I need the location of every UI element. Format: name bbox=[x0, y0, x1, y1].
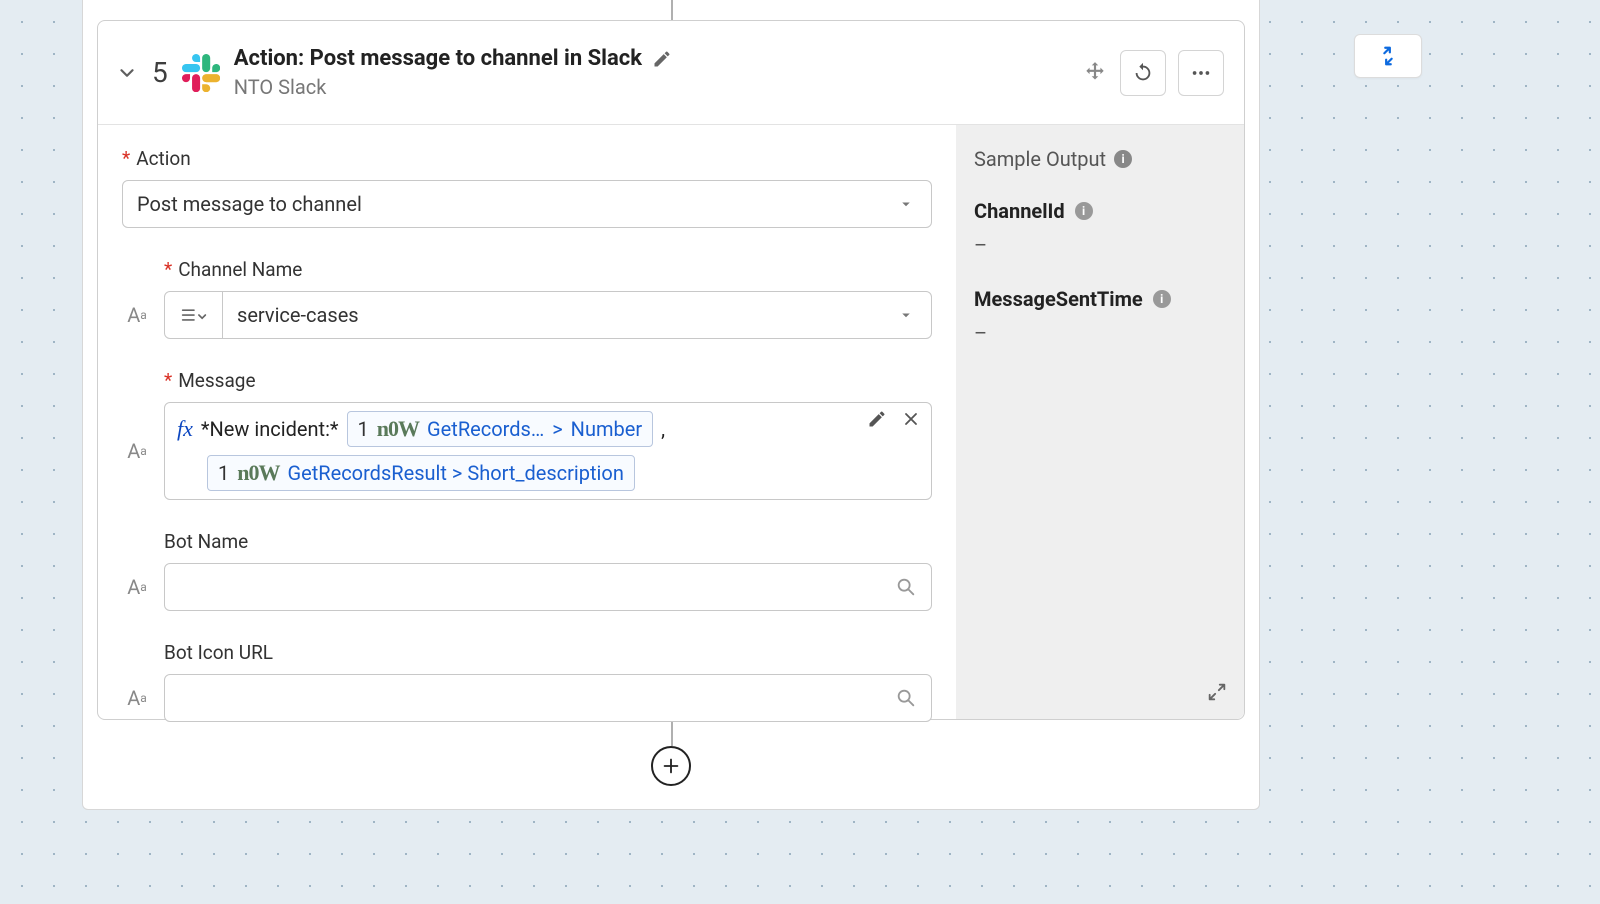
channel-label: * Channel Name bbox=[164, 258, 932, 281]
info-icon[interactable]: i bbox=[1153, 290, 1171, 308]
action-label-text: Action bbox=[136, 147, 191, 170]
search-icon[interactable] bbox=[895, 687, 917, 709]
expand-panel-icon[interactable] bbox=[1206, 681, 1228, 703]
text-format-icon[interactable]: Aa bbox=[122, 686, 152, 710]
text-format-icon[interactable]: Aa bbox=[122, 439, 152, 463]
card-header: 5 Action: Post message to channel in Sla… bbox=[98, 21, 1244, 125]
caret-down-icon bbox=[897, 195, 915, 213]
channel-input[interactable]: service-cases bbox=[164, 291, 932, 339]
refresh-button[interactable] bbox=[1120, 50, 1166, 96]
info-icon[interactable]: i bbox=[1114, 150, 1132, 168]
card-title: Action: Post message to channel in Slack bbox=[234, 46, 642, 71]
output-channelid-label: ChannelId i bbox=[974, 199, 1226, 223]
boticon-input[interactable] bbox=[164, 674, 932, 722]
edit-title-icon[interactable] bbox=[652, 49, 672, 69]
required-marker: * bbox=[164, 369, 172, 392]
text-format-icon[interactable]: Aa bbox=[122, 575, 152, 599]
more-button[interactable] bbox=[1178, 50, 1224, 96]
channel-value: service-cases bbox=[237, 303, 359, 327]
output-msgtime-label: MessageSentTime i bbox=[974, 287, 1226, 311]
connector-line-top bbox=[671, 0, 673, 20]
fx-icon: fx bbox=[177, 416, 193, 442]
search-icon[interactable] bbox=[895, 576, 917, 598]
collapse-sidebar-button[interactable] bbox=[1354, 34, 1422, 78]
required-marker: * bbox=[164, 258, 172, 281]
card-subtitle: NTO Slack bbox=[234, 75, 1068, 99]
slack-icon bbox=[182, 54, 220, 92]
botname-label: Bot Name bbox=[164, 530, 932, 553]
edit-formula-icon[interactable] bbox=[867, 409, 887, 429]
action-label: * Action bbox=[122, 147, 932, 170]
message-label: * Message bbox=[164, 369, 932, 392]
action-select[interactable]: Post message to channel bbox=[122, 180, 932, 228]
boticon-label: Bot Icon URL bbox=[164, 641, 932, 664]
message-label-text: Message bbox=[178, 369, 255, 392]
step-number: 5 bbox=[152, 56, 168, 89]
info-icon[interactable]: i bbox=[1075, 202, 1093, 220]
action-card: 5 Action: Post message to channel in Sla… bbox=[97, 20, 1245, 720]
message-comma: , bbox=[661, 417, 665, 441]
channel-label-text: Channel Name bbox=[178, 258, 302, 281]
required-marker: * bbox=[122, 147, 130, 170]
message-input[interactable]: fx *New incident:* 1 n0W GetRecords… > N… bbox=[164, 402, 932, 500]
formula-pill-description[interactable]: 1 n0W GetRecordsResult > Short_descripti… bbox=[207, 455, 635, 491]
form-area: * Action Post message to channel * Chann… bbox=[98, 125, 956, 719]
caret-down-icon bbox=[897, 306, 915, 324]
sample-output-heading: Sample Output i bbox=[974, 147, 1226, 171]
botname-input[interactable] bbox=[164, 563, 932, 611]
message-prefix: *New incident:* bbox=[201, 417, 339, 441]
now-logo-icon: n0W bbox=[377, 416, 419, 442]
header-titles: Action: Post message to channel in Slack… bbox=[234, 46, 1068, 99]
card-body: * Action Post message to channel * Chann… bbox=[98, 125, 1244, 719]
formula-pill-number[interactable]: 1 n0W GetRecords… > Number bbox=[347, 411, 654, 447]
now-logo-icon: n0W bbox=[237, 460, 279, 486]
add-step-button[interactable] bbox=[651, 746, 691, 786]
channel-list-toggle[interactable] bbox=[165, 292, 223, 338]
collapse-chevron-icon[interactable] bbox=[116, 62, 138, 84]
clear-formula-icon[interactable] bbox=[901, 409, 921, 429]
output-msgtime-value: – bbox=[974, 321, 1226, 345]
action-select-value: Post message to channel bbox=[137, 192, 362, 216]
connector-line-bottom bbox=[671, 720, 673, 746]
output-channelid-value: – bbox=[974, 233, 1226, 257]
text-format-icon[interactable]: Aa bbox=[122, 303, 152, 327]
header-actions bbox=[1082, 50, 1224, 96]
message-tools bbox=[867, 409, 921, 429]
sample-output-panel: Sample Output i ChannelId i – MessageSen… bbox=[956, 125, 1244, 719]
move-icon[interactable] bbox=[1082, 60, 1108, 86]
